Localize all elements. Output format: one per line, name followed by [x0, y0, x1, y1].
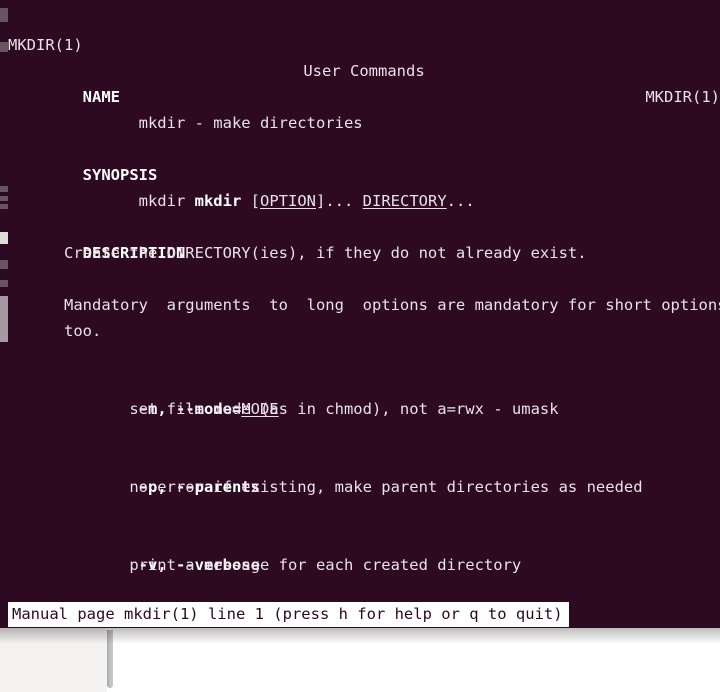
- synopsis-command-name: mkdir: [194, 192, 242, 210]
- man-header-left: MKDIR(1): [8, 36, 83, 54]
- sliver-artifact: [0, 296, 8, 342]
- background-window-sidebar[interactable]: [0, 628, 107, 692]
- pager-status-bar[interactable]: Manual page mkdir(1) line 1 (press h for…: [8, 602, 569, 627]
- option-entry-parents: -p, --parents: [8, 448, 260, 496]
- sliver-artifact: [0, 186, 8, 192]
- screen: MKDIR(1) User Commands MKDIR(1) NAME mkd…: [0, 0, 720, 692]
- sliver-artifact: [0, 196, 8, 201]
- sliver-artifact: [0, 42, 8, 52]
- man-header-center: User Commands: [303, 62, 425, 80]
- section-heading-synopsis: SYNOPSIS: [82, 166, 158, 184]
- section-body-synopsis: mkdir mkdir [OPTION]... DIRECTORY...: [82, 192, 475, 210]
- terminal-text-area[interactable]: MKDIR(1) User Commands MKDIR(1) NAME mkd…: [8, 0, 720, 628]
- sliver-artifact: [0, 260, 8, 269]
- sliver-artifact: [0, 204, 8, 209]
- synopsis-option-arg: OPTION: [260, 192, 316, 210]
- synopsis-directory-arg: DIRECTORY: [362, 192, 447, 210]
- sliver-artifact: [0, 280, 8, 287]
- section-heading-description: DESCRIPTION: [82, 244, 186, 262]
- section-body-name: mkdir - make directories: [82, 114, 363, 132]
- section-heading-name: NAME: [82, 88, 120, 106]
- sliver-artifact: [0, 8, 8, 22]
- option-desc-verbose: print a message for each created directo…: [8, 556, 522, 574]
- man-header: MKDIR(1) User Commands MKDIR(1): [8, 6, 720, 106]
- background-window-sliver-strip: [0, 0, 8, 628]
- background-window-content[interactable]: [112, 628, 720, 692]
- sliver-artifact: [0, 232, 8, 244]
- terminal-window[interactable]: MKDIR(1) User Commands MKDIR(1) NAME mkd…: [0, 0, 720, 628]
- description-line-3: too.: [8, 322, 102, 340]
- option-desc-mode: set file mode (as in chmod), not a=rwx -…: [8, 400, 559, 418]
- background-window-divider-handle[interactable]: [107, 630, 113, 688]
- option-entry-mode: -m, --mode=MODE: [8, 370, 279, 418]
- man-header-right: MKDIR(1): [645, 88, 720, 106]
- option-desc-parents: no error if existing, make parent direct…: [8, 478, 643, 496]
- description-line-2: Mandatory arguments to long options are …: [8, 296, 720, 314]
- description-line-1: Create the DIRECTORY(ies), if they do no…: [8, 244, 587, 262]
- option-entry-verbose: -v, --verbose: [8, 526, 260, 574]
